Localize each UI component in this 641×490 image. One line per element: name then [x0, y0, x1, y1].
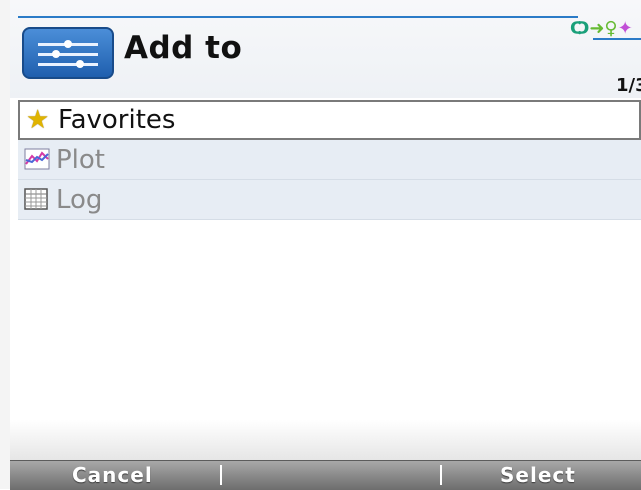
gem-icon: ✦: [617, 18, 633, 39]
select-button[interactable]: Select: [500, 463, 576, 487]
plot-icon: [24, 148, 50, 172]
softkey-bar: Cancel Select: [10, 460, 641, 490]
log-icon: [24, 187, 50, 212]
page-indicator: 1/3: [616, 75, 641, 96]
softkey-divider: [220, 465, 222, 485]
menu-list: ★ Favorites Plot Log: [18, 100, 641, 220]
softkey-divider: [440, 465, 442, 485]
list-item-label: Plot: [56, 144, 106, 175]
list-item-log[interactable]: Log: [18, 180, 641, 220]
bulb-icon: ➜♀: [589, 18, 618, 39]
list-item-label: Log: [56, 184, 103, 215]
header-divider: [18, 16, 578, 18]
list-item-plot[interactable]: Plot: [18, 140, 641, 180]
list-item-favorites[interactable]: ★ Favorites: [18, 100, 641, 140]
cancel-button[interactable]: Cancel: [72, 463, 153, 487]
connection-icon: Ѻ: [570, 18, 590, 39]
page-title: Add to: [124, 30, 243, 66]
footer-fade: [10, 420, 641, 460]
list-item-label: Favorites: [58, 105, 176, 135]
settings-sliders-icon: [22, 27, 114, 79]
status-icons: Ѻ➜♀✦: [570, 18, 641, 42]
star-icon: ★: [26, 105, 50, 135]
header-bar: Add to Ѻ➜♀✦ 1/3: [10, 0, 641, 98]
